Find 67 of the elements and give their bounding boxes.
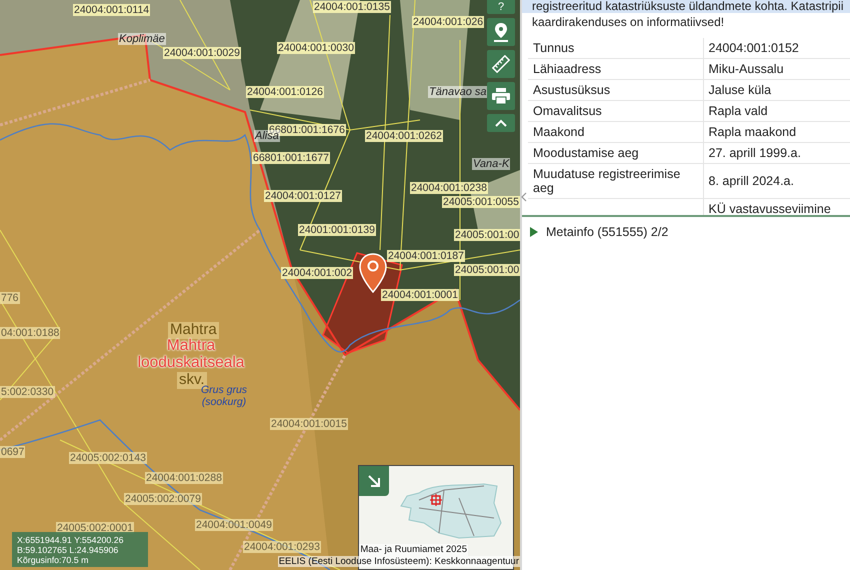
parcel-label: 776	[0, 292, 20, 304]
parcel-label: 24004:001:002	[281, 267, 354, 279]
place-name: Vana-K	[472, 158, 510, 170]
field-value: 8. aprill 2024.a.	[708, 174, 794, 188]
parcel-label: 5:002:0330	[0, 386, 55, 398]
parcel-label: 24004:001:0238	[410, 182, 488, 194]
measure-button[interactable]	[487, 50, 515, 78]
notice-text: kaardirakenduses on informatiivsed!	[531, 14, 726, 30]
print-button[interactable]	[487, 82, 515, 110]
location-pin-button[interactable]	[487, 18, 515, 46]
place-name: Tänavao sa	[428, 86, 488, 98]
attribution-text: EELIS (Eesti Looduse Infosüsteem): Keskkonnaagentuur	[278, 556, 520, 567]
parcel-label: 24004:001:0135	[313, 1, 391, 13]
parcel-label: 24004:001:0293	[243, 541, 321, 553]
parcel-label: 24004:001:0049	[195, 519, 273, 531]
chevron-left-icon[interactable]	[521, 192, 527, 202]
parcel-label: 24004:001:0015	[270, 418, 348, 430]
parcel-label: 24004:001:0029	[163, 47, 241, 59]
area-label: Mahtra	[168, 322, 219, 338]
notice-text: registreeritud katastriüksuste üldandmete kohta. Katastripii	[522, 0, 850, 13]
field-label: Omavalitsus	[528, 100, 703, 122]
field-value: Rapla vald	[708, 104, 768, 118]
section-header[interactable]: Metainfo (551555) 2/2	[546, 223, 668, 242]
field-label: Asustusüksus	[528, 80, 703, 100]
parcel-label: 24001:001:0139	[298, 224, 376, 236]
target-icon	[430, 494, 442, 506]
parcel-label: 24004:001:0114	[73, 4, 150, 16]
field-value: 24004:001:0152	[708, 41, 799, 55]
parcel-label: 24004:001:0262	[365, 130, 443, 142]
ruler-icon	[492, 55, 510, 73]
field-value: Rapla maakond	[708, 125, 796, 139]
chevron-up-icon	[495, 119, 507, 127]
parcel-label: 24005:001:00	[454, 229, 520, 241]
expand-minimap-button[interactable]	[359, 466, 389, 496]
protected-area-name: Mahtra looduskaitseala	[136, 337, 246, 372]
parcel-label: 24005:001:0055	[442, 196, 520, 208]
parcel-label: 24005:001:00	[454, 264, 520, 276]
field-label: Moodustamise aeg	[528, 142, 703, 164]
parcel-label: 0697	[0, 446, 26, 458]
parcel-label: 24005:002:0079	[124, 493, 202, 505]
attribution-text: Maa- ja Ruumiamet 2025	[359, 544, 468, 556]
place-name: Koplimäe	[118, 33, 166, 46]
arrow-icon	[367, 474, 381, 488]
location-pin-icon	[492, 22, 510, 42]
parcel-label: 24004:001:0001	[381, 289, 459, 301]
parcel-label: 24005:002:0143	[69, 452, 147, 464]
field-value: Miku-Aussalu	[708, 62, 784, 76]
expand-triangle-icon[interactable]	[530, 227, 538, 238]
parcel-label: 24004:001:0127	[264, 190, 342, 202]
parcel-label: 24004:001:0288	[145, 472, 223, 484]
coordinates-panel: X:6551944.91 Y:554200.26 B:59.102765 L:24.945906 Kõrgusinfo:70.5 m	[12, 532, 148, 567]
field-label: Tunnus	[528, 38, 703, 58]
parcel-label: 04:001:0188	[0, 327, 60, 339]
field-value: 27. aprill 1999.a.	[708, 146, 801, 160]
field-value: KÜ vastavusseviimine	[708, 202, 831, 215]
parcel-label: 24004:001:0030	[277, 42, 355, 54]
parcel-label: 66801:001:1677	[252, 152, 330, 164]
parcel-label: 24004:001:0126	[246, 86, 324, 98]
print-icon	[492, 88, 510, 104]
collapse-button[interactable]	[487, 114, 515, 132]
field-label: Muudatuse registreerimise aeg	[528, 164, 703, 198]
help-button[interactable]: ?	[487, 0, 515, 14]
parcel-label: 24004:001:0187	[387, 250, 465, 262]
field-label: Lähiaadress	[528, 58, 703, 80]
parcel-label: 24004:001:026	[412, 16, 484, 28]
field-label: Maakond	[528, 122, 703, 142]
field-value: Jaluse küla	[708, 83, 772, 97]
